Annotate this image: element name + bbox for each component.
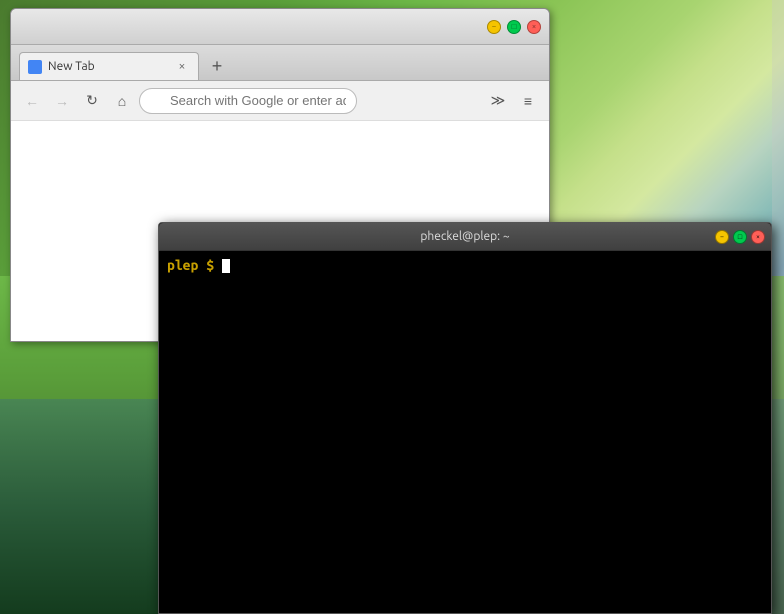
menu-icon: ≡	[524, 93, 532, 109]
nav-bar: ← → ↻ ⌂ 🔍 ≫ ≡	[11, 81, 549, 121]
terminal-maximize-button[interactable]: □	[733, 230, 747, 244]
terminal-title: pheckel@plep: ~	[420, 230, 509, 243]
menu-button[interactable]: ≡	[515, 88, 541, 114]
terminal-line: plep $	[167, 257, 763, 273]
back-button[interactable]: ←	[19, 88, 45, 114]
desktop-scrollbar[interactable]	[772, 0, 784, 614]
tab-close-button[interactable]: ×	[174, 59, 190, 75]
new-tab-button[interactable]: +	[203, 52, 231, 80]
terminal-window: pheckel@plep: ~ − □ × plep $	[158, 222, 772, 614]
browser-window-controls: − □ ×	[487, 20, 541, 34]
terminal-close-button[interactable]: ×	[751, 230, 765, 244]
terminal-minimize-button[interactable]: −	[715, 230, 729, 244]
browser-maximize-button[interactable]: □	[507, 20, 521, 34]
browser-minimize-button[interactable]: −	[487, 20, 501, 34]
terminal-content[interactable]: plep $	[159, 251, 771, 613]
terminal-window-controls: − □ ×	[715, 230, 765, 244]
terminal-cursor	[222, 259, 230, 273]
address-bar-wrapper: 🔍	[139, 88, 481, 114]
home-button[interactable]: ⌂	[109, 88, 135, 114]
address-input[interactable]	[139, 88, 357, 114]
browser-close-button[interactable]: ×	[527, 20, 541, 34]
tab-bar: New Tab × +	[11, 45, 549, 81]
forward-icon: →	[55, 93, 69, 109]
tab-favicon	[28, 60, 42, 74]
desktop: − □ × New Tab × + ← → ↻	[0, 0, 784, 614]
terminal-titlebar: pheckel@plep: ~ − □ ×	[159, 223, 771, 251]
back-icon: ←	[25, 93, 39, 109]
terminal-prompt: plep $	[167, 257, 214, 273]
active-tab[interactable]: New Tab ×	[19, 52, 199, 80]
tab-title: New Tab	[48, 60, 168, 73]
extensions-button[interactable]: ≫	[485, 88, 511, 114]
reload-button[interactable]: ↻	[79, 88, 105, 114]
browser-titlebar: − □ ×	[11, 9, 549, 45]
forward-button[interactable]: →	[49, 88, 75, 114]
extensions-icon: ≫	[491, 92, 506, 109]
home-icon: ⌂	[118, 93, 126, 109]
reload-icon: ↻	[86, 92, 98, 109]
